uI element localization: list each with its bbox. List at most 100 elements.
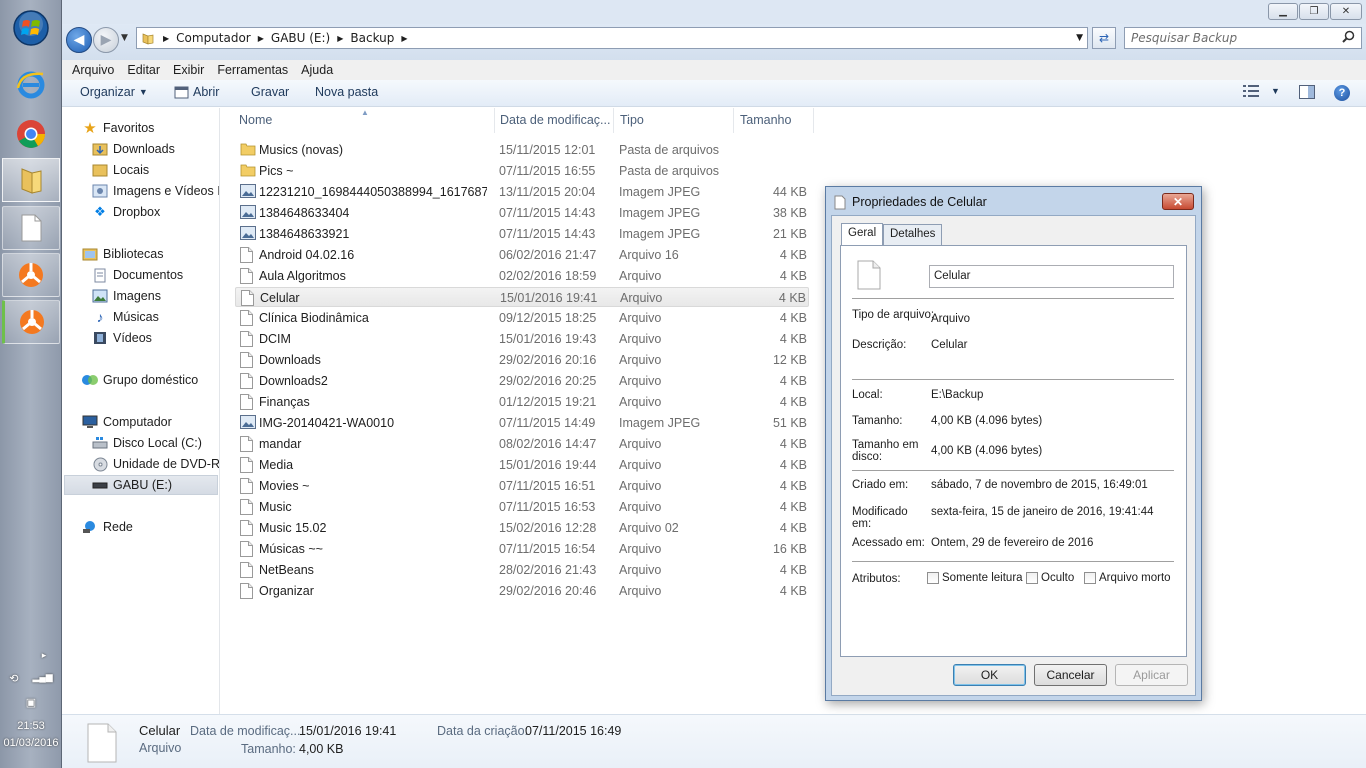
taskbar-avast-2[interactable] xyxy=(2,300,60,344)
table-row[interactable]: Pics ~ 07/11/2015 16:55 Pasta de arquivos xyxy=(235,161,809,181)
recent-pages-dropdown[interactable]: ▼ xyxy=(121,33,128,43)
maximize-button[interactable]: ❐ xyxy=(1299,3,1329,20)
table-row[interactable]: Downloads 29/02/2016 20:16 Arquivo 12 KB xyxy=(235,350,809,370)
nav-dropbox[interactable]: ❖ Dropbox xyxy=(92,202,160,222)
hidden-checkbox[interactable]: Oculto xyxy=(1026,572,1074,584)
tab-details[interactable]: Detalhes xyxy=(883,224,943,245)
column-divider[interactable] xyxy=(733,108,734,133)
table-row[interactable]: Finanças 01/12/2015 19:21 Arquivo 4 KB xyxy=(235,392,809,412)
column-header-size[interactable]: Tamanho xyxy=(740,113,791,127)
back-button[interactable]: ◀ xyxy=(66,27,92,53)
table-row[interactable]: Músicas ~~ 07/11/2015 16:54 Arquivo 16 KB xyxy=(235,539,809,559)
clock-date[interactable]: 01/03/2016 xyxy=(0,737,62,749)
column-divider[interactable] xyxy=(813,108,814,133)
taskbar-chrome[interactable] xyxy=(2,112,60,156)
change-view-button[interactable]: ▼ xyxy=(1243,85,1280,97)
table-row[interactable]: Musics (novas) 15/11/2015 12:01 Pasta de a… xyxy=(235,140,809,160)
close-button[interactable]: ✕ xyxy=(1330,3,1362,20)
taskbar-ie[interactable] xyxy=(2,62,60,106)
menu-exibir[interactable]: Exibir xyxy=(173,63,204,77)
table-row[interactable]: Aula Algoritmos 02/02/2016 18:59 Arquivo 4 … xyxy=(235,266,809,286)
filename-input[interactable]: Celular xyxy=(929,265,1174,288)
breadcrumb-separator[interactable]: ▶ xyxy=(163,34,169,43)
checkbox-box[interactable] xyxy=(1026,572,1038,584)
menu-ajuda[interactable]: Ajuda xyxy=(301,63,333,77)
checkbox-box[interactable] xyxy=(1084,572,1096,584)
breadcrumb-separator[interactable]: ▶ xyxy=(401,34,407,43)
table-row[interactable]: DCIM 15/01/2016 19:43 Arquivo 4 KB xyxy=(235,329,809,349)
column-header-type[interactable]: Tipo xyxy=(620,113,644,127)
apply-button[interactable]: Aplicar xyxy=(1115,664,1188,686)
organize-button[interactable]: Organizar ▼ xyxy=(80,85,148,99)
nav-locais[interactable]: Locais xyxy=(92,160,149,180)
search-icon[interactable] xyxy=(1342,30,1355,46)
refresh-button[interactable]: ⇄ xyxy=(1092,27,1116,49)
menu-editar[interactable]: Editar xyxy=(127,63,160,77)
table-row[interactable]: IMG-20140421-WA0010 07/11/2015 14:49 Image… xyxy=(235,413,809,433)
breadcrumb-backup[interactable]: Backup xyxy=(350,31,394,45)
table-row[interactable]: mandar 08/02/2016 14:47 Arquivo 4 KB xyxy=(235,434,809,454)
taskbar-document[interactable] xyxy=(2,206,60,250)
table-row[interactable]: 1384648633404 07/11/2015 14:43 Imagem JPEG… xyxy=(235,203,809,223)
network-icon[interactable]: ⟲ xyxy=(9,672,18,685)
nav-music[interactable]: ♪ Músicas xyxy=(92,307,159,327)
column-divider[interactable] xyxy=(613,108,614,133)
tray-icon-2[interactable]: ▣ xyxy=(0,696,62,709)
archive-checkbox[interactable]: Arquivo morto xyxy=(1084,572,1171,584)
nav-documents[interactable]: Documentos xyxy=(92,265,183,285)
taskbar-explorer[interactable] xyxy=(2,158,60,202)
table-row[interactable]: Music 07/11/2015 16:53 Arquivo 4 KB xyxy=(235,497,809,517)
nav-local-disk[interactable]: Disco Local (C:) xyxy=(92,433,202,453)
menu-ferramentas[interactable]: Ferramentas xyxy=(217,63,288,77)
signal-icon[interactable]: ▂▄▆ xyxy=(32,672,52,685)
table-row[interactable]: 1384648633921 07/11/2015 14:43 Imagem JPEG… xyxy=(235,224,809,244)
table-row[interactable]: Downloads2 29/02/2016 20:25 Arquivo 4 KB xyxy=(235,371,809,391)
dialog-close-button[interactable]: ✕ xyxy=(1162,193,1194,210)
menu-arquivo[interactable]: Arquivo xyxy=(72,63,114,77)
address-bar[interactable]: ▶ Computador ▶ GABU (E:) ▶ Backup ▶ ▼ xyxy=(136,27,1088,49)
clock-time[interactable]: 21:53 xyxy=(0,720,62,732)
table-row[interactable]: Clínica Biodinâmica 09/12/2015 18:25 Arqui… xyxy=(235,308,809,328)
nav-videos[interactable]: Vídeos xyxy=(92,328,152,348)
table-row[interactable]: Movies ~ 07/11/2015 16:51 Arquivo 4 KB xyxy=(235,476,809,496)
address-dropdown[interactable]: ▼ xyxy=(1076,33,1083,43)
nav-network[interactable]: Rede xyxy=(82,517,133,537)
table-row[interactable]: Organizar 29/02/2016 20:46 Arquivo 4 KB xyxy=(235,581,809,601)
nav-downloads[interactable]: Downloads xyxy=(92,139,175,159)
column-header-name[interactable]: Nome xyxy=(239,113,272,127)
preview-pane-button[interactable] xyxy=(1299,85,1315,99)
column-divider[interactable] xyxy=(494,108,495,133)
table-row[interactable]: Media 15/01/2016 19:44 Arquivo 4 KB xyxy=(235,455,809,475)
nav-libraries[interactable]: Bibliotecas xyxy=(82,244,163,264)
start-button[interactable] xyxy=(2,6,60,50)
table-row[interactable]: NetBeans 28/02/2016 21:43 Arquivo 4 KB xyxy=(235,560,809,580)
cancel-button[interactable]: Cancelar xyxy=(1034,664,1107,686)
checkbox-box[interactable] xyxy=(927,572,939,584)
readonly-checkbox[interactable]: Somente leitura xyxy=(927,572,1023,584)
help-button[interactable]: ? xyxy=(1334,85,1350,101)
breadcrumb-computador[interactable]: Computador xyxy=(176,31,251,45)
table-row[interactable]: 12231210_1698444050388994_1617687486_n 13… xyxy=(235,182,809,202)
search-input[interactable]: Pesquisar Backup xyxy=(1124,27,1362,49)
burn-button[interactable]: Gravar xyxy=(251,85,289,99)
table-row[interactable]: Android 04.02.16 06/02/2016 21:47 Arquivo … xyxy=(235,245,809,265)
show-hidden-icons[interactable]: ▸ xyxy=(0,650,62,661)
table-row[interactable]: Music 15.02 15/02/2016 12:28 Arquivo 02 4 K… xyxy=(235,518,809,538)
breadcrumb-separator[interactable]: ▶ xyxy=(337,34,343,43)
breadcrumb-gabu[interactable]: GABU (E:) xyxy=(271,31,330,45)
breadcrumb-separator[interactable]: ▶ xyxy=(258,34,264,43)
column-header-date[interactable]: Data de modificaç... xyxy=(500,113,610,127)
open-button[interactable]: Abrir xyxy=(174,85,219,99)
minimize-button[interactable]: ▁ xyxy=(1268,3,1298,20)
nav-images[interactable]: Imagens xyxy=(92,286,161,306)
nav-computer[interactable]: Computador xyxy=(82,412,172,432)
tab-general[interactable]: Geral xyxy=(841,223,884,245)
forward-button[interactable]: ▶ xyxy=(93,27,119,53)
ok-button[interactable]: OK xyxy=(953,664,1026,686)
nav-gabu-drive[interactable]: GABU (E:) xyxy=(64,475,218,495)
nav-images-videos[interactable]: Imagens e Vídeos Im xyxy=(92,181,219,201)
new-folder-button[interactable]: Nova pasta xyxy=(315,85,378,99)
nav-homegroup[interactable]: Grupo doméstico xyxy=(82,370,198,390)
taskbar-avast-1[interactable] xyxy=(2,253,60,297)
nav-dvd[interactable]: Unidade de DVD-RW xyxy=(92,454,219,474)
